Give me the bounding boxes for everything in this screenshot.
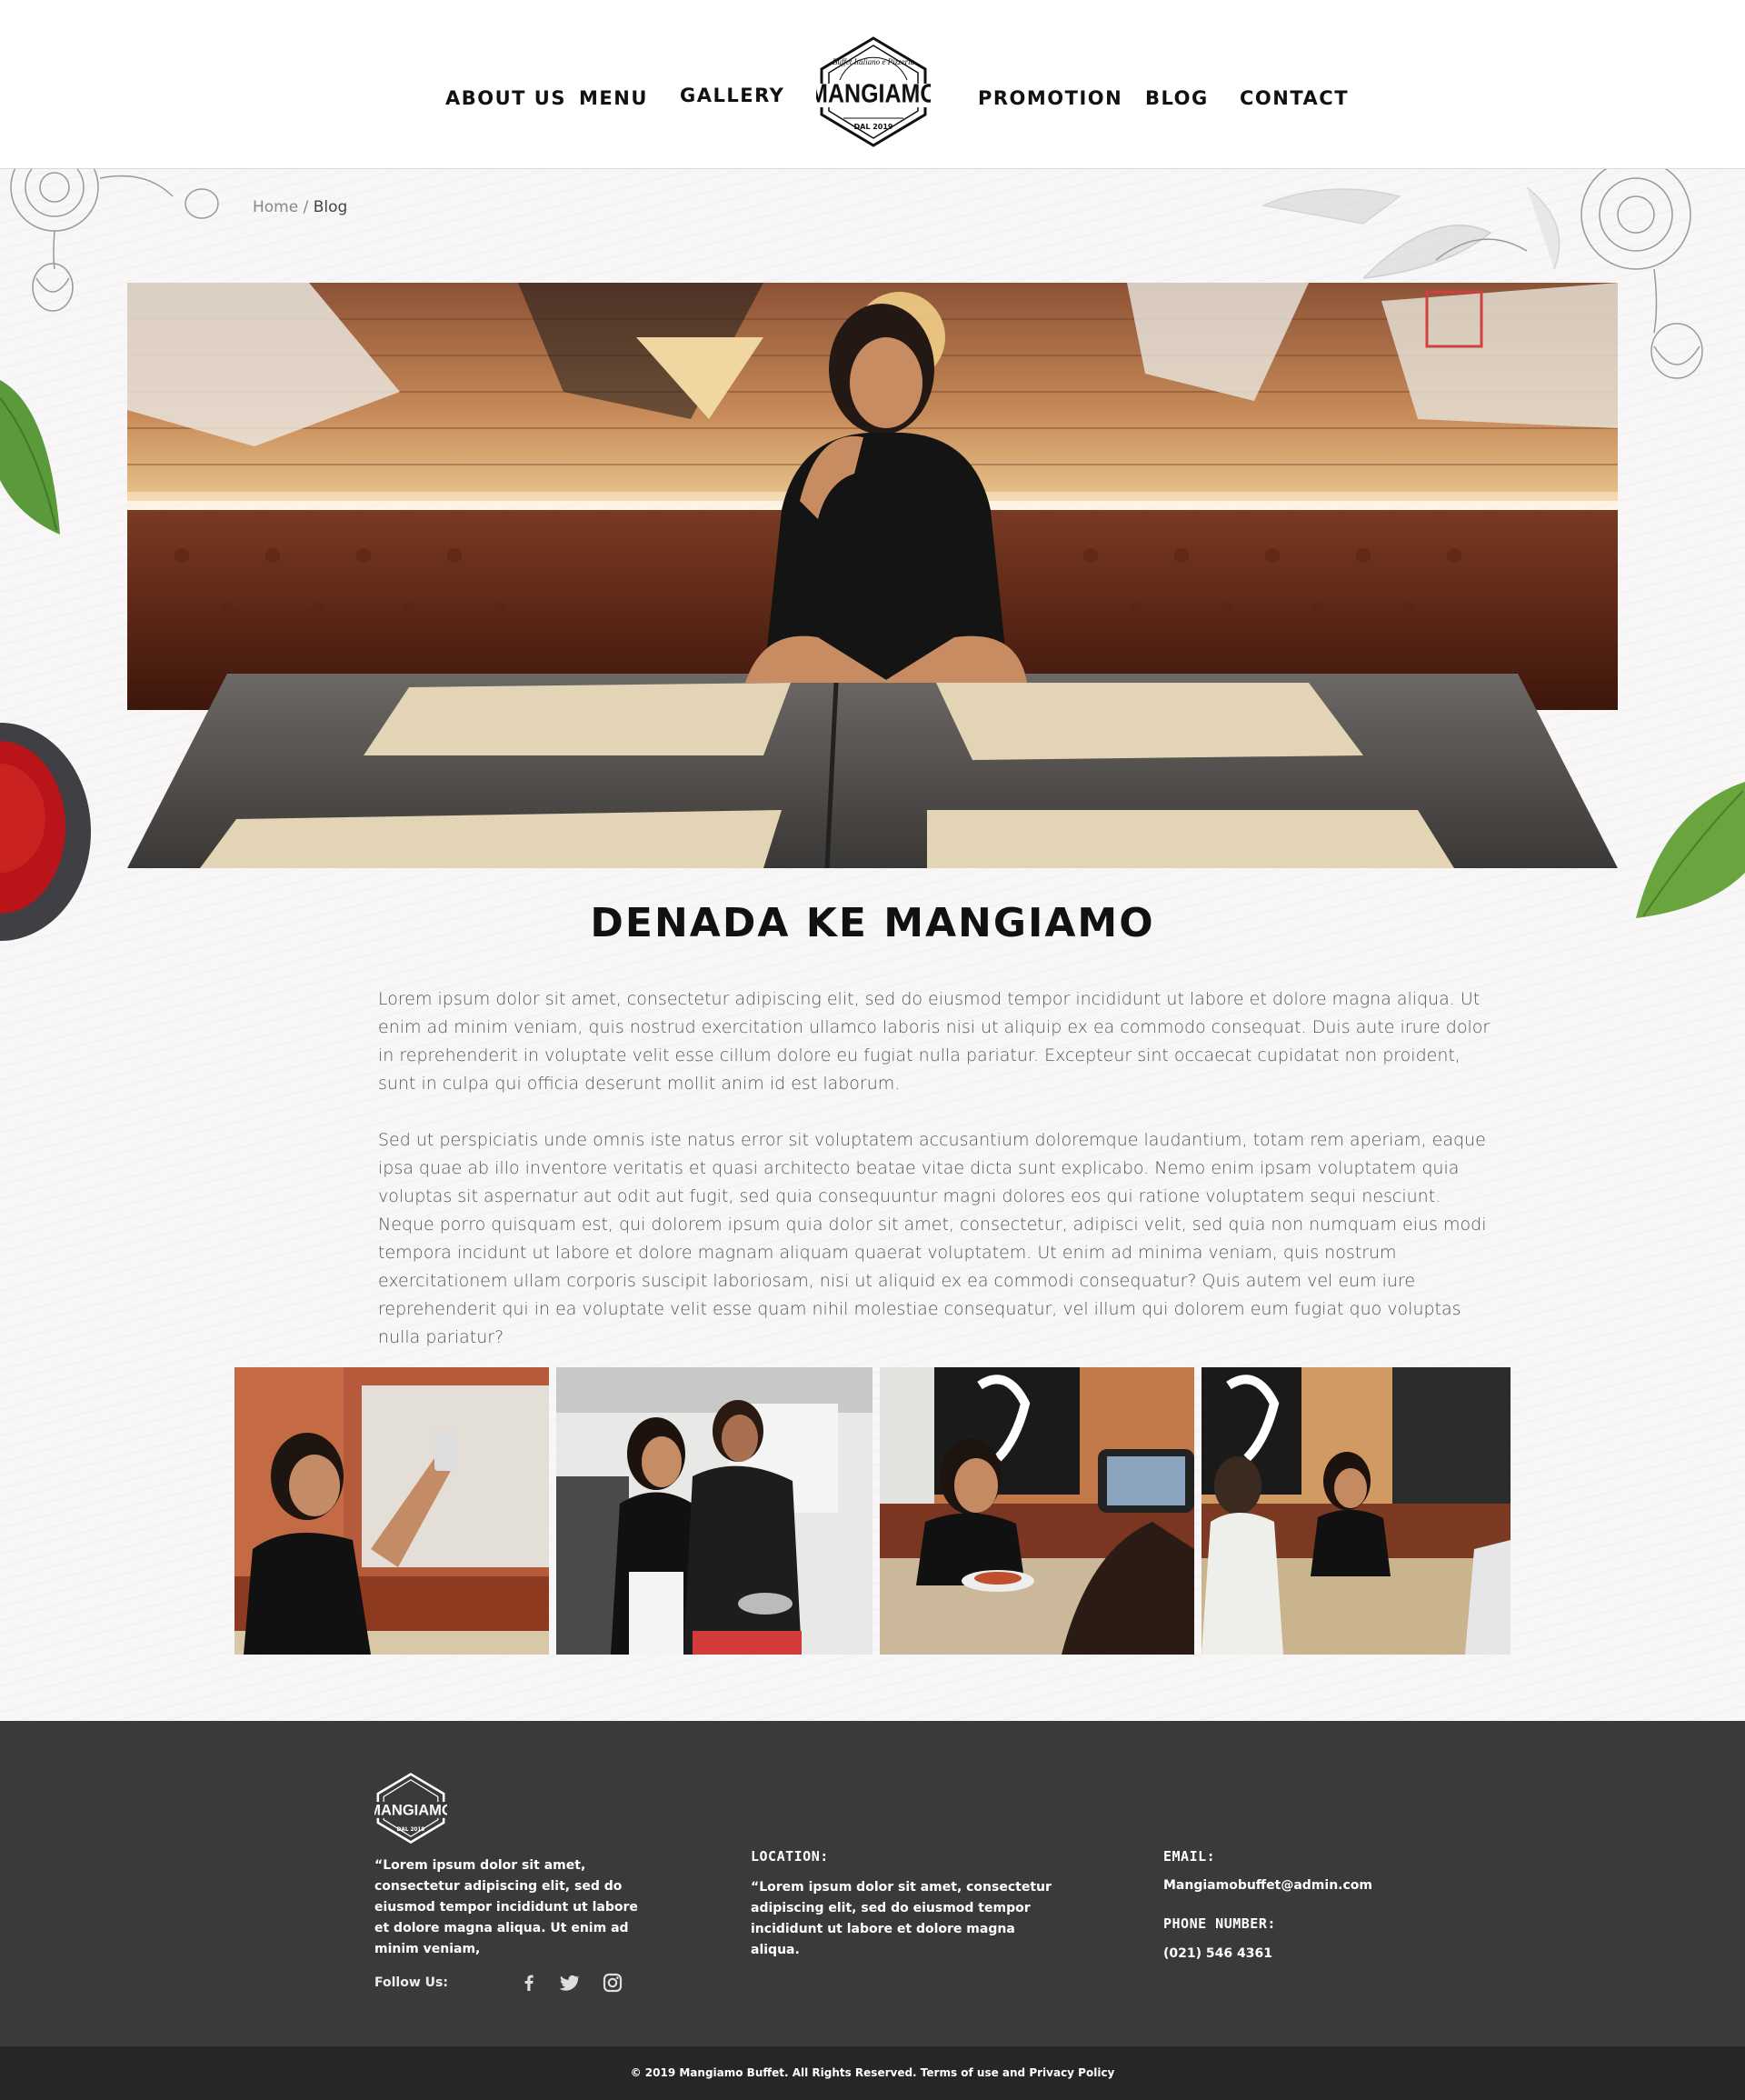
post-body: Lorem ipsum dolor sit amet, consectetur … bbox=[378, 985, 1492, 1380]
footer-logo-est: DAL 2019 bbox=[397, 1827, 425, 1833]
email-link[interactable]: Mangiamobuffet@admin.com bbox=[1163, 1875, 1372, 1896]
phone-heading: PHONE NUMBER: bbox=[1163, 1915, 1276, 1932]
logo-text: MANGIAMO bbox=[816, 79, 931, 108]
nav-promotion[interactable]: PROMOTION bbox=[978, 87, 1122, 115]
gallery-photo-4[interactable] bbox=[1202, 1367, 1511, 1655]
post-title: DENADA KE MANGIAMO bbox=[590, 900, 1155, 946]
follow-us-label: Follow Us: bbox=[374, 1975, 448, 1990]
logo-est: DAL 2019 bbox=[854, 123, 893, 131]
instagram-icon[interactable] bbox=[602, 1972, 623, 1994]
nav-contact[interactable]: CONTACT bbox=[1240, 87, 1349, 115]
facebook-icon[interactable] bbox=[518, 1972, 540, 1994]
logo-arc-text: Buffet Italiano e Pizzeria bbox=[833, 57, 915, 66]
nav-menu[interactable]: MENU bbox=[579, 87, 648, 115]
copyright-text: © 2019 Mangiamo Buffet. All Rights Reser… bbox=[630, 2066, 1115, 2079]
site-logo[interactable]: Buffet Italiano e Pizzeria MANGIAMO DAL … bbox=[809, 35, 938, 149]
leaf-decoration-left bbox=[0, 380, 60, 535]
breadcrumb-home[interactable]: Home bbox=[253, 198, 298, 216]
nav-gallery[interactable]: GALLERY bbox=[680, 85, 784, 112]
footer-logo[interactable]: MANGIAMO DAL 2019 bbox=[368, 1772, 454, 1845]
location-text: “Lorem ipsum dolor sit amet, consectetur… bbox=[751, 1880, 1052, 1957]
gallery-photo-1[interactable] bbox=[234, 1367, 549, 1655]
email-heading: EMAIL: bbox=[1163, 1848, 1216, 1865]
footer-quote: “Lorem ipsum dolor sit amet, consectetur… bbox=[374, 1858, 638, 1956]
post-paragraph-2: Sed ut perspiciatis unde omnis iste natu… bbox=[378, 1130, 1487, 1347]
site-footer: MANGIAMO DAL 2019 “Lorem ipsum dolor sit… bbox=[0, 1721, 1745, 2046]
gallery-photo-2[interactable] bbox=[556, 1367, 872, 1655]
site-header: ABOUT US MENU GALLERY Buffet Italiano e … bbox=[0, 0, 1745, 169]
breadcrumb: Home / Blog bbox=[253, 198, 347, 216]
post-paragraph-1: Lorem ipsum dolor sit amet, consectetur … bbox=[378, 989, 1491, 1094]
footer-logo-text: MANGIAMO bbox=[374, 1803, 447, 1819]
twitter-icon[interactable] bbox=[558, 1972, 581, 1994]
breadcrumb-current: Blog bbox=[313, 198, 348, 216]
photo-gallery bbox=[234, 1367, 1511, 1655]
nav-about-us[interactable]: ABOUT US bbox=[445, 87, 566, 115]
copyright-bar: © 2019 Mangiamo Buffet. All Rights Reser… bbox=[0, 2046, 1745, 2100]
hero-image bbox=[127, 283, 1618, 868]
location-heading: LOCATION: bbox=[751, 1848, 829, 1865]
gallery-photo-3[interactable] bbox=[880, 1367, 1194, 1655]
phone-link[interactable]: (021) 546 4361 bbox=[1163, 1944, 1272, 1965]
breadcrumb-separator: / bbox=[298, 198, 314, 216]
nav-blog[interactable]: BLOG bbox=[1145, 87, 1209, 115]
